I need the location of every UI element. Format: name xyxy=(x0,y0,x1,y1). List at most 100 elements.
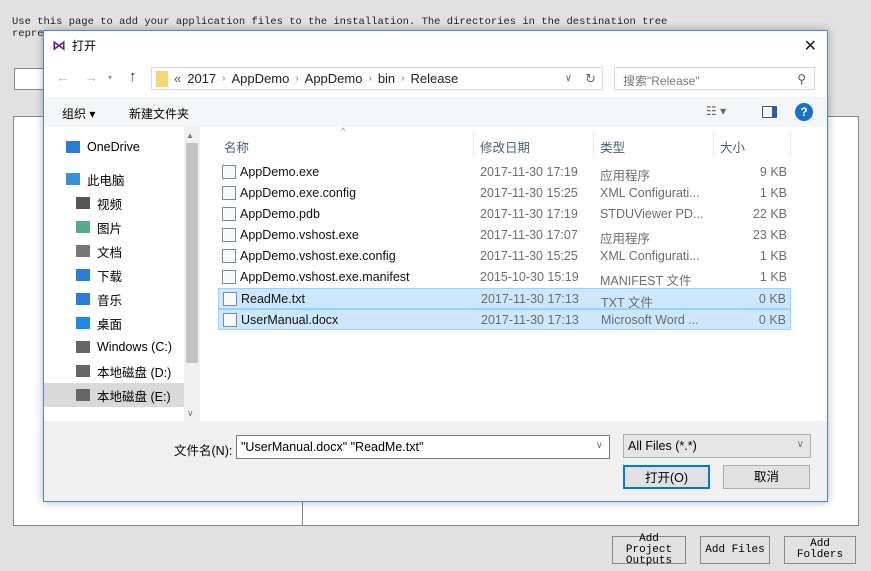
nav-item[interactable]: 音乐 xyxy=(44,287,184,311)
file-row[interactable]: AppDemo.vshost.exe.manifest 2015-10-30 15… xyxy=(218,267,791,288)
column-header-type[interactable]: 类型 xyxy=(594,131,714,157)
file-icon xyxy=(222,186,236,200)
search-input[interactable]: 搜索"Release" ⚲ xyxy=(614,67,815,90)
nav-item[interactable]: 视频 xyxy=(44,191,184,215)
file-type: XML Configurati... xyxy=(600,186,700,200)
nav-item-label: 桌面 xyxy=(97,317,123,332)
document-icon xyxy=(76,245,90,257)
file-row[interactable]: UserManual.docx 2017-11-30 17:13 Microsoft… xyxy=(218,309,791,330)
nav-item[interactable]: OneDrive xyxy=(44,135,184,159)
column-header-size[interactable]: 大小 xyxy=(714,131,791,157)
column-header-name[interactable]: 名称 xyxy=(218,131,474,157)
nav-item-label: 下载 xyxy=(97,269,123,284)
nav-item-label: OneDrive xyxy=(87,140,140,154)
view-options-icon[interactable]: ☷ ▾ xyxy=(706,104,726,118)
drive-icon xyxy=(76,365,90,377)
file-size: 22 KB xyxy=(752,207,787,221)
nav-item[interactable]: 下载 xyxy=(44,263,184,287)
chevron-down-icon[interactable]: ∨ xyxy=(565,73,572,84)
file-date: 2017-11-30 15:25 xyxy=(480,186,578,200)
video-icon xyxy=(76,197,90,209)
breadcrumb-item[interactable]: 2017 xyxy=(187,71,216,86)
file-type: Microsoft Word ... xyxy=(601,313,699,327)
file-type: STDUViewer PD... xyxy=(600,207,704,221)
file-icon xyxy=(223,313,237,327)
file-name: AppDemo.pdb xyxy=(240,207,320,221)
nav-item[interactable]: 图片 xyxy=(44,215,184,239)
file-row[interactable]: AppDemo.exe.config 2017-11-30 15:25 XML Co… xyxy=(218,183,791,204)
breadcrumb-item[interactable]: Release xyxy=(411,71,459,86)
target-machine-combo[interactable] xyxy=(14,68,44,90)
refresh-icon[interactable]: ↻ xyxy=(585,71,596,87)
add-folders-button[interactable]: Add Folders xyxy=(784,536,856,564)
nav-item-label: 音乐 xyxy=(97,293,123,308)
file-icon xyxy=(222,207,236,221)
back-icon[interactable]: ← xyxy=(56,69,70,85)
nav-item-label: 本地磁盘 (E:) xyxy=(97,389,171,404)
breadcrumb-overflow[interactable]: « xyxy=(174,71,181,86)
file-row[interactable]: AppDemo.pdb 2017-11-30 17:19 STDUViewer PD… xyxy=(218,204,791,225)
file-row[interactable]: ReadMe.txt 2017-11-30 17:13 TXT 文件 0 KB xyxy=(218,288,791,310)
preview-pane-icon[interactable] xyxy=(762,106,777,118)
file-icon xyxy=(223,292,237,306)
file-icon xyxy=(222,270,236,284)
open-button[interactable]: 打开(O) xyxy=(623,465,710,489)
file-size: 1 KB xyxy=(759,270,787,284)
file-name: AppDemo.exe.config xyxy=(240,186,357,200)
recent-dropdown-icon[interactable]: ▾ xyxy=(108,73,112,82)
nav-item[interactable]: 此电脑 xyxy=(44,167,184,191)
file-row[interactable]: AppDemo.vshost.exe.config 2017-11-30 15:2… xyxy=(218,246,791,267)
close-icon[interactable]: ✕ xyxy=(804,36,817,56)
add-project-outputs-button[interactable]: Add Project Outputs xyxy=(612,533,686,566)
nav-item[interactable]: 本地磁盘 (E:) xyxy=(44,383,184,407)
music-icon xyxy=(76,293,90,305)
file-icon xyxy=(222,249,236,263)
nav-item-label: 此电脑 xyxy=(87,173,125,188)
nav-item[interactable]: 本地磁盘 (D:) xyxy=(44,359,184,383)
nav-item-label: 本地磁盘 (D:) xyxy=(97,365,172,380)
file-date: 2017-11-30 17:13 xyxy=(481,313,579,327)
file-size: 0 KB xyxy=(758,292,786,306)
breadcrumb-item[interactable]: AppDemo xyxy=(232,71,290,86)
file-row[interactable]: AppDemo.exe 2017-11-30 17:19 应用程序 9 KB xyxy=(218,162,791,183)
file-type-select[interactable]: All Files (*.*) ∨ xyxy=(623,434,811,458)
breadcrumb-item[interactable]: bin xyxy=(378,71,395,86)
chevron-down-icon[interactable]: ∨ xyxy=(596,440,603,451)
file-row[interactable]: AppDemo.vshost.exe 2017-11-30 17:07 应用程序 23… xyxy=(218,225,791,246)
picture-icon xyxy=(76,221,90,233)
new-folder-button[interactable]: 新建文件夹 xyxy=(129,105,189,122)
file-date: 2017-11-30 17:19 xyxy=(480,165,578,179)
file-name: ReadMe.txt xyxy=(241,292,305,306)
forward-icon[interactable]: → xyxy=(84,69,98,85)
help-icon[interactable]: ? xyxy=(795,103,813,121)
navigation-scrollbar[interactable]: ▲ ∨ xyxy=(184,127,200,421)
cancel-button[interactable]: 取消 xyxy=(723,465,810,489)
nav-item[interactable]: 文档 xyxy=(44,239,184,263)
file-type: MANIFEST 文件 xyxy=(600,274,692,288)
nav-item[interactable]: Windows (C:) xyxy=(44,335,184,359)
breadcrumb-item[interactable]: AppDemo xyxy=(305,71,363,86)
address-bar[interactable]: « 2017 › AppDemo › AppDemo › bin › Release ∨… xyxy=(151,67,603,90)
up-icon[interactable]: ↑ xyxy=(129,68,137,85)
drive-icon xyxy=(76,389,90,401)
nav-item-label: 文档 xyxy=(97,245,123,260)
cloud-icon xyxy=(66,141,80,153)
file-type: XML Configurati... xyxy=(600,249,700,263)
file-size: 1 KB xyxy=(759,249,787,263)
download-icon xyxy=(76,269,90,281)
dialog-title: 打开 xyxy=(72,39,97,53)
folder-icon xyxy=(156,70,168,87)
nav-item-label: 视频 xyxy=(97,197,123,212)
file-type: 应用程序 xyxy=(600,169,651,183)
open-file-dialog: ⋈ 打开 ✕ ← → ▾ ↑ « 2017 › AppDemo › AppDemo ›… xyxy=(43,30,828,502)
visual-studio-icon: ⋈ xyxy=(52,37,66,53)
add-files-button[interactable]: Add Files xyxy=(700,536,770,564)
file-size: 23 KB xyxy=(752,228,787,242)
file-date: 2017-11-30 17:19 xyxy=(480,207,578,221)
column-header-date[interactable]: 修改日期 xyxy=(474,131,594,157)
filename-input[interactable]: "UserManual.docx" "ReadMe.txt" ∨ xyxy=(236,435,610,459)
organize-menu[interactable]: 组织 ▾ xyxy=(62,105,95,122)
file-date: 2017-11-30 17:13 xyxy=(481,292,579,306)
nav-item[interactable]: 桌面 xyxy=(44,311,184,335)
desktop-icon xyxy=(76,317,90,329)
